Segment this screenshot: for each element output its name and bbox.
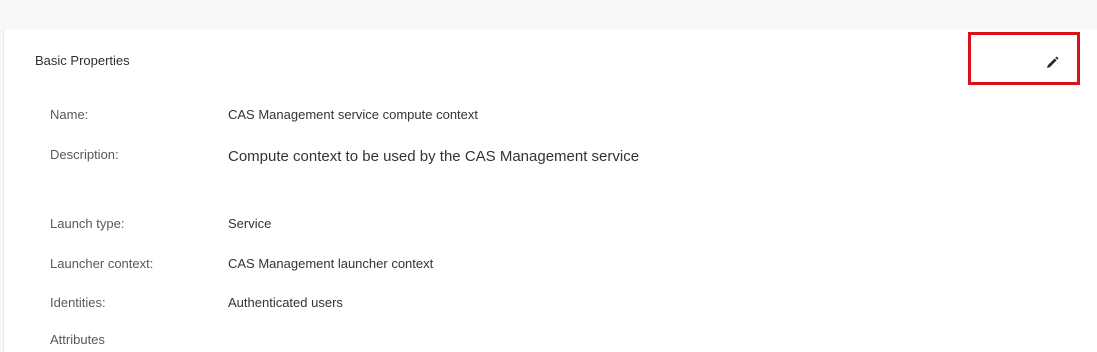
description-value: Compute context to be used by the CAS Ma… [228,148,640,165]
top-bar [0,0,1097,30]
launcher-context-value: CAS Management launcher context [228,256,434,271]
basic-properties-panel: Basic Properties Name: CAS Management se… [3,30,1097,352]
launch-type-label: Launch type: [50,216,125,231]
name-value: CAS Management service compute context [228,107,479,122]
section-title: Basic Properties [35,53,130,68]
attributes-label: Attributes [50,332,105,347]
launch-type-value: Service [228,216,272,231]
launcher-context-label: Launcher context: [50,256,154,271]
edit-button[interactable] [968,32,1080,85]
description-label: Description: [50,147,119,162]
pencil-icon [1047,56,1059,68]
name-label: Name: [50,107,89,122]
identities-label: Identities: [50,295,106,310]
identities-value: Authenticated users [228,295,343,310]
